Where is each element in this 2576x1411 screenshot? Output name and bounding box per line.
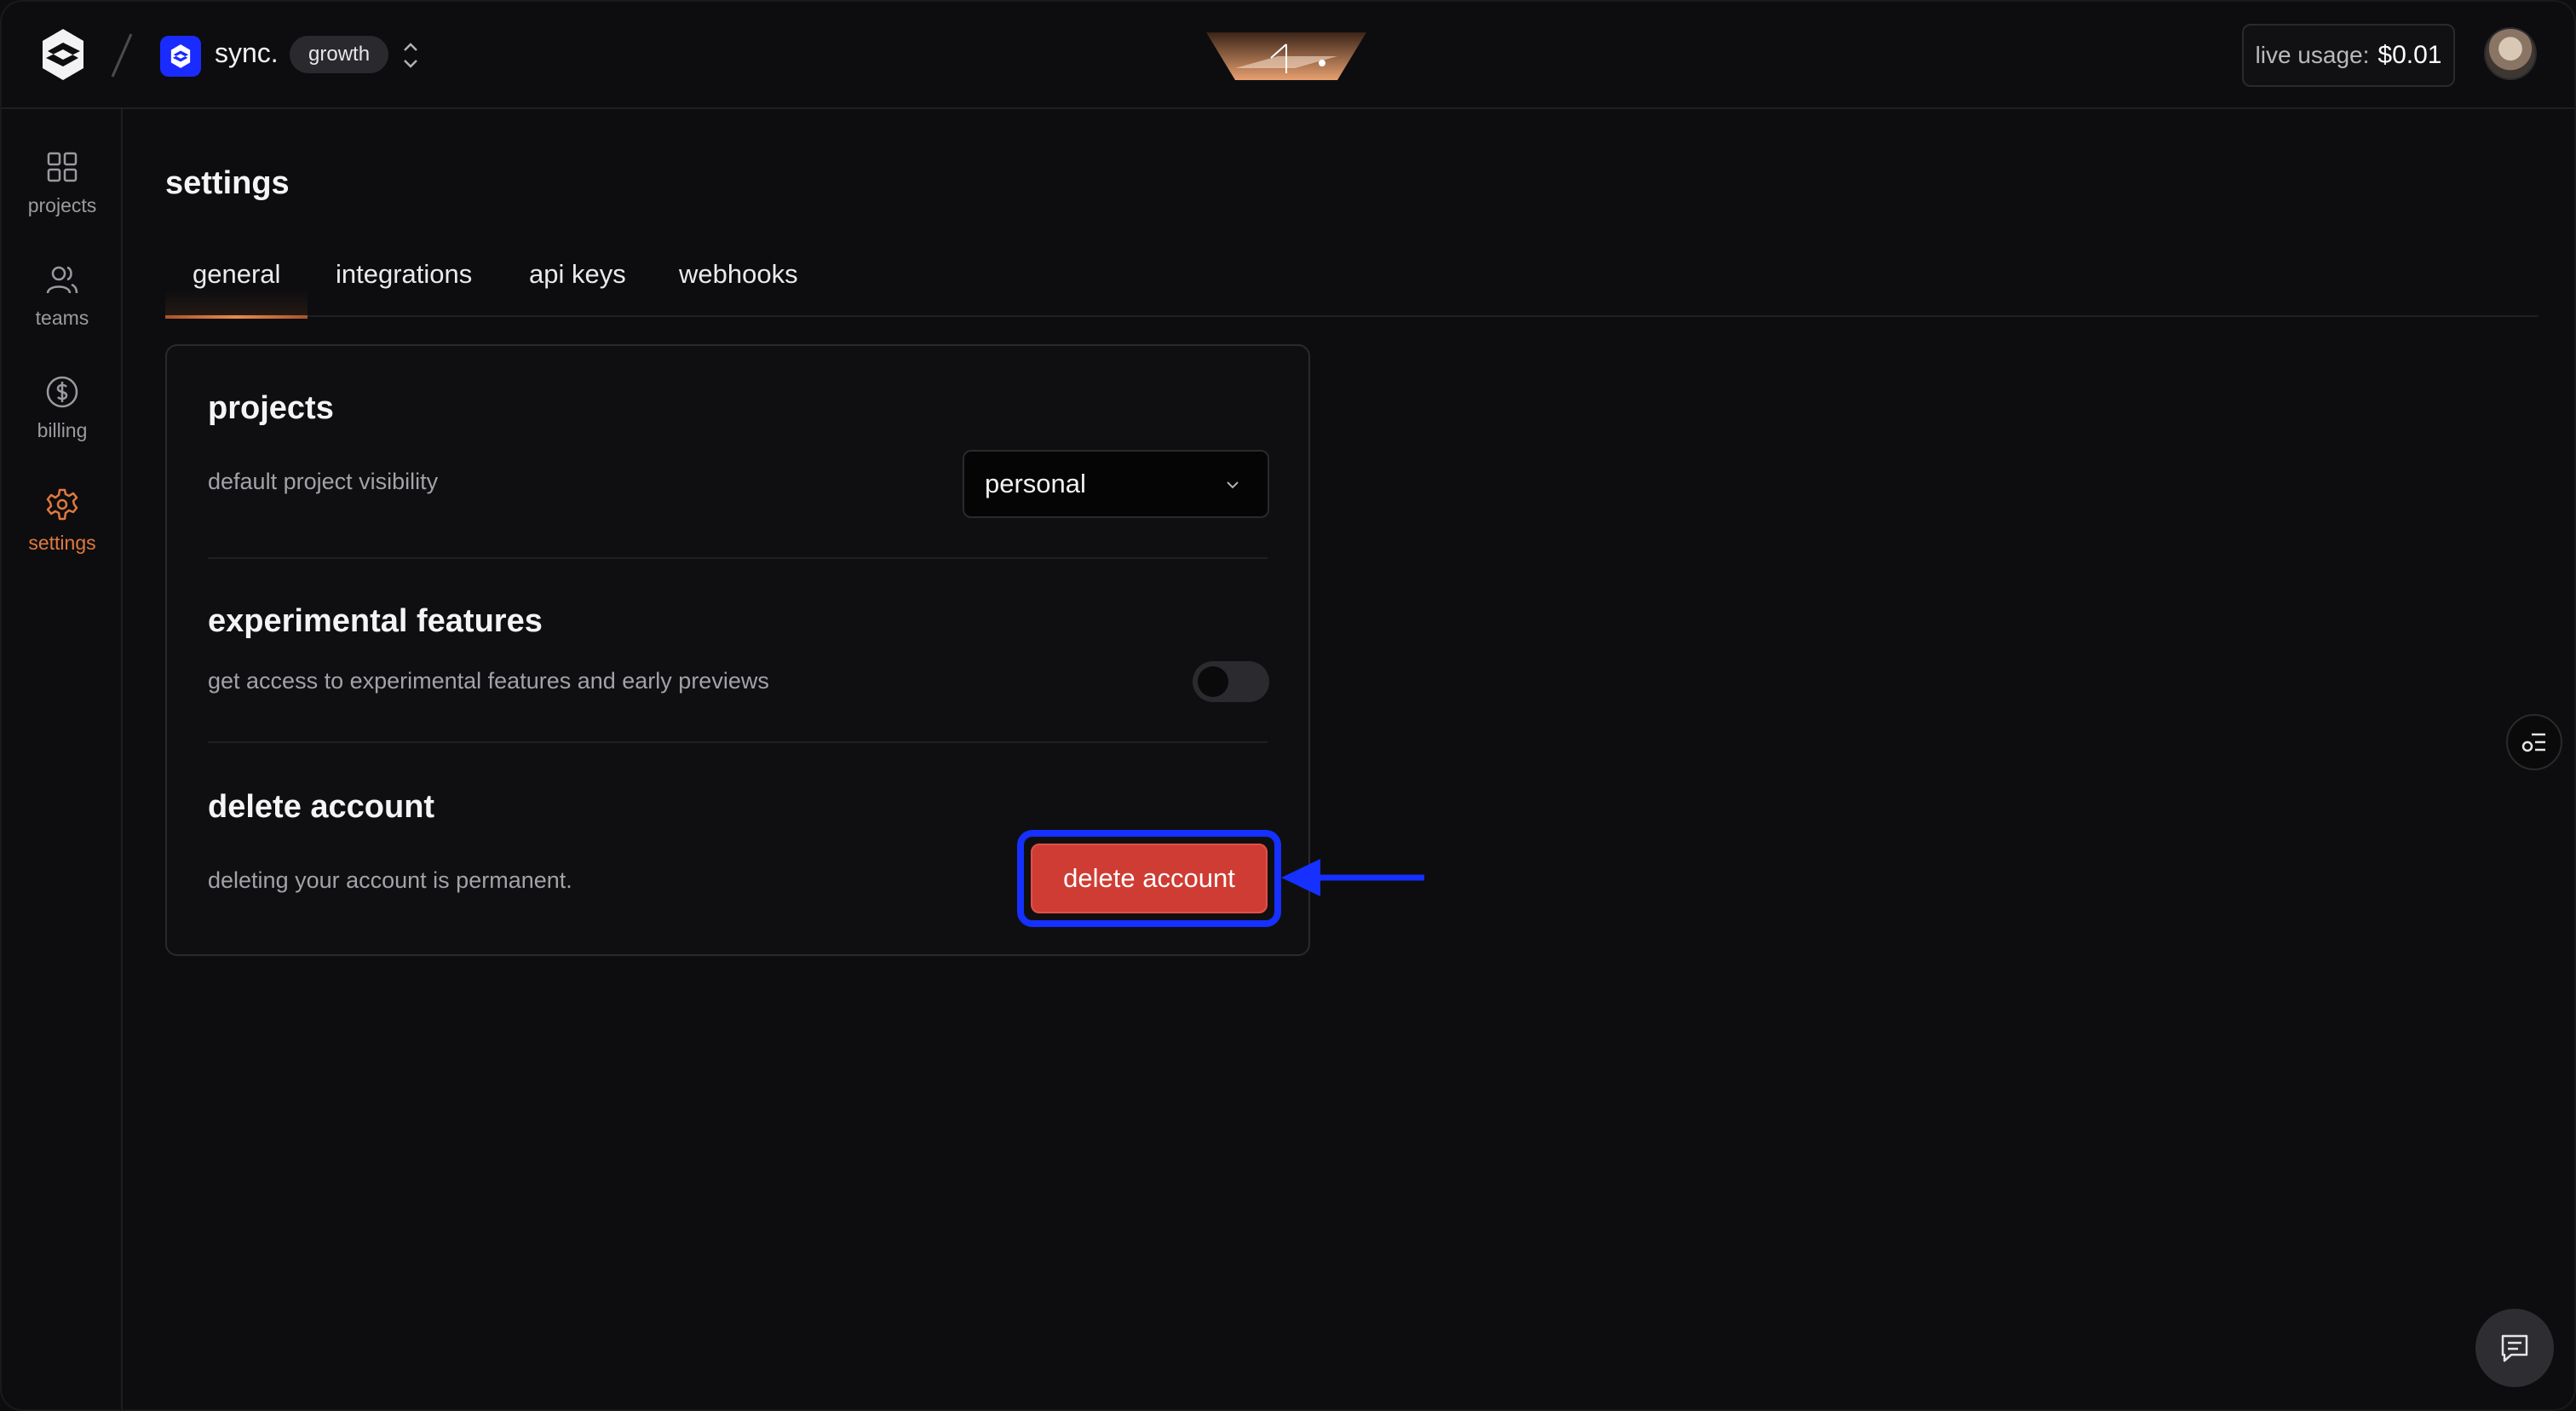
tab-integrations[interactable]: integrations [336,259,472,315]
list-settings-icon [2521,733,2545,752]
chevron-up-down-icon[interactable] [400,39,421,72]
divider [208,741,1268,743]
sidebar-item-label: projects [27,194,97,216]
usage-value: $0.01 [2378,41,2442,69]
annotation-arrow-icon [1281,859,1424,896]
gear-icon [46,488,78,521]
project-visibility-select[interactable]: personal [963,450,1269,518]
dollar-circle-icon [46,376,78,408]
sidebar-item-label: billing [37,419,88,441]
top-bar: sync. growth live usage: $0.01 [2,2,2574,109]
settings-tabs: general integrations api keys webhooks [164,251,2539,319]
sidebar: projects teams billing settings [2,109,123,1409]
header-illustration [1206,32,1366,80]
select-value: personal [985,469,1086,498]
experimental-section-title: experimental features [208,603,543,639]
delete-account-button[interactable]: delete account [1031,844,1268,913]
tab-webhooks[interactable]: webhooks [679,259,798,315]
projects-section-description: default project visibility [208,469,439,494]
org-logo-icon[interactable] [160,36,201,77]
org-name[interactable]: sync. [215,37,279,69]
grid-icon [47,152,78,182]
sidebar-item-billing[interactable]: billing [2,375,123,469]
sidebar-item-label: teams [35,307,89,329]
page-title: settings [165,165,290,201]
tab-general[interactable]: general [164,259,308,319]
experimental-features-toggle[interactable] [1193,661,1269,702]
chat-button[interactable] [2475,1309,2554,1387]
delete-account-section-title: delete account [208,789,435,825]
divider [208,557,1268,559]
usage-label: live usage: [2255,42,2370,68]
app-window: sync. growth live usage: $0.01 projects … [0,0,2576,1411]
delete-account-section-description: deleting your account is permanent. [208,867,572,893]
toggle-knob [1198,666,1228,697]
users-icon [46,266,78,294]
tab-api-keys[interactable]: api keys [529,259,626,315]
floating-menu-button[interactable] [2506,714,2562,770]
sync-logo-icon[interactable] [39,27,87,82]
sidebar-item-settings[interactable]: settings [2,487,123,581]
projects-section-title: projects [208,390,334,426]
message-icon [2501,1334,2528,1362]
breadcrumb-separator [111,33,133,78]
experimental-section-description: get access to experimental features and … [208,668,769,694]
sidebar-item-projects[interactable]: projects [2,150,123,244]
avatar[interactable] [2484,27,2537,80]
plan-badge: growth [290,36,389,73]
sidebar-item-teams[interactable]: teams [2,262,123,356]
live-usage-indicator[interactable]: live usage: $0.01 [2242,24,2455,87]
chevron-down-icon [1227,481,1239,489]
sidebar-item-label: settings [28,532,96,554]
